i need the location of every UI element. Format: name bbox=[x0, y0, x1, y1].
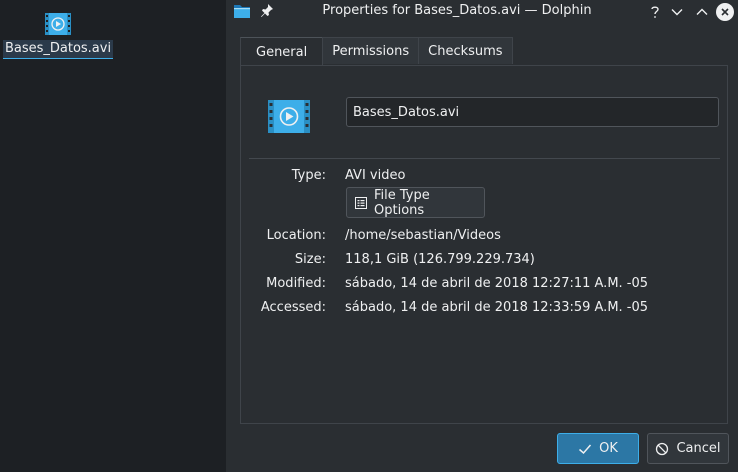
type-label: Type: bbox=[291, 168, 326, 183]
type-value: AVI video bbox=[345, 168, 406, 183]
close-button[interactable] bbox=[715, 2, 735, 22]
modified-value: sábado, 14 de abril de 2018 12:27:11 A.M… bbox=[345, 276, 649, 291]
properties-dialog: Properties for Bases_Datos.avi — Dolphin bbox=[226, 0, 738, 472]
desktop-file-item[interactable]: Bases_Datos.avi bbox=[2, 12, 114, 59]
file-type-options-button[interactable]: File Type Options bbox=[346, 187, 485, 218]
chevron-up-icon[interactable] bbox=[692, 2, 712, 22]
checkmark-icon bbox=[578, 442, 592, 456]
accessed-label: Accessed: bbox=[260, 300, 326, 315]
pin-icon[interactable] bbox=[260, 3, 274, 19]
ok-button[interactable]: OK bbox=[557, 433, 639, 464]
location-value: /home/sebastian/Videos bbox=[345, 228, 501, 243]
accessed-value: sábado, 14 de abril de 2018 12:33:59 A.M… bbox=[345, 300, 649, 315]
folder-icon[interactable] bbox=[233, 3, 251, 19]
general-tab-panel: Type: AVI video File Type Options Locati… bbox=[240, 65, 728, 424]
window-title: Properties for Bases_Datos.avi — Dolphin bbox=[322, 3, 592, 18]
cancel-button[interactable]: Cancel bbox=[647, 433, 729, 464]
tab-bar: General Permissions Checksums bbox=[240, 37, 513, 66]
chevron-down-icon[interactable] bbox=[667, 2, 687, 22]
size-value: 118,1 GiB (126.799.229.734) bbox=[345, 252, 535, 267]
tab-checksums[interactable]: Checksums bbox=[418, 37, 513, 64]
separator bbox=[249, 158, 720, 159]
settings-list-icon bbox=[355, 196, 367, 209]
location-label: Location: bbox=[266, 228, 326, 243]
file-type-options-label: File Type Options bbox=[374, 187, 430, 218]
desktop-file-name[interactable]: Bases_Datos.avi bbox=[2, 40, 114, 59]
titlebar[interactable]: Properties for Bases_Datos.avi — Dolphin bbox=[226, 0, 738, 24]
close-icon bbox=[716, 3, 734, 21]
tab-general[interactable]: General bbox=[240, 37, 324, 66]
video-file-icon[interactable] bbox=[267, 99, 311, 134]
desktop: Bases_Datos.avi bbox=[0, 0, 226, 472]
cancel-label: Cancel bbox=[676, 441, 721, 456]
question-mark-icon[interactable] bbox=[645, 2, 665, 22]
filename-input[interactable] bbox=[346, 97, 719, 127]
video-file-icon bbox=[44, 12, 72, 36]
modified-label: Modified: bbox=[266, 276, 326, 291]
cancel-icon bbox=[655, 442, 669, 456]
size-label: Size: bbox=[294, 252, 326, 267]
ok-label: OK bbox=[599, 441, 618, 456]
tab-permissions[interactable]: Permissions bbox=[322, 37, 420, 64]
